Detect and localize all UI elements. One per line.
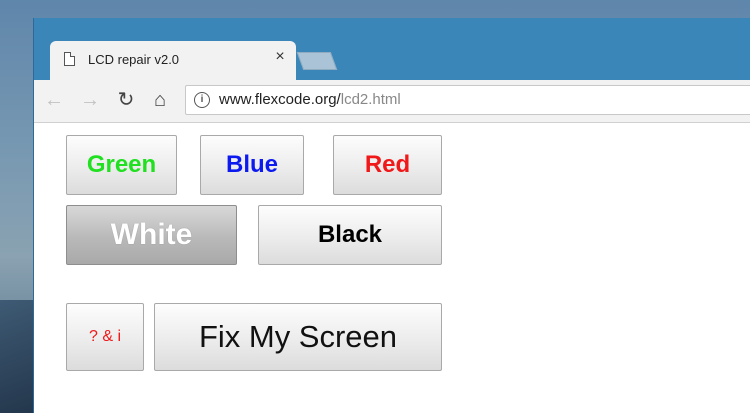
reload-icon[interactable]: ↻ <box>114 88 138 112</box>
url-host: www.flexcode.org/ <box>219 91 341 108</box>
black-button[interactable]: Black <box>258 205 442 265</box>
fix-my-screen-button[interactable]: Fix My Screen <box>154 303 442 371</box>
home-icon[interactable]: ⌂ <box>148 88 172 112</box>
forward-arrow-icon[interactable]: → <box>78 88 102 112</box>
browser-titlebar: LCD repair v2.0 × <box>34 18 750 81</box>
url-path: lcd2.html <box>340 91 401 108</box>
browser-tab[interactable]: LCD repair v2.0 × <box>50 41 296 81</box>
address-bar[interactable]: i www.flexcode.org/lcd2.html <box>185 85 750 115</box>
browser-toolbar: ← → ↻ ⌂ i www.flexcode.org/lcd2.html <box>34 80 750 123</box>
page-icon <box>64 52 75 66</box>
page-content: Green Blue Red White Black ? & i Fix My … <box>34 123 750 413</box>
green-button[interactable]: Green <box>66 135 177 195</box>
white-button[interactable]: White <box>66 205 237 265</box>
blue-button[interactable]: Blue <box>200 135 304 195</box>
help-info-button[interactable]: ? & i <box>66 303 144 371</box>
url-text: www.flexcode.org/lcd2.html <box>219 91 401 108</box>
tab-close-icon[interactable]: × <box>272 48 288 66</box>
browser-window: LCD repair v2.0 × ← → ↻ ⌂ i www.flexcode… <box>33 18 750 413</box>
site-info-icon[interactable]: i <box>194 92 210 108</box>
tab-title: LCD repair v2.0 <box>88 52 180 67</box>
back-arrow-icon[interactable]: ← <box>42 88 66 112</box>
new-tab-button[interactable] <box>296 52 338 70</box>
red-button[interactable]: Red <box>333 135 442 195</box>
